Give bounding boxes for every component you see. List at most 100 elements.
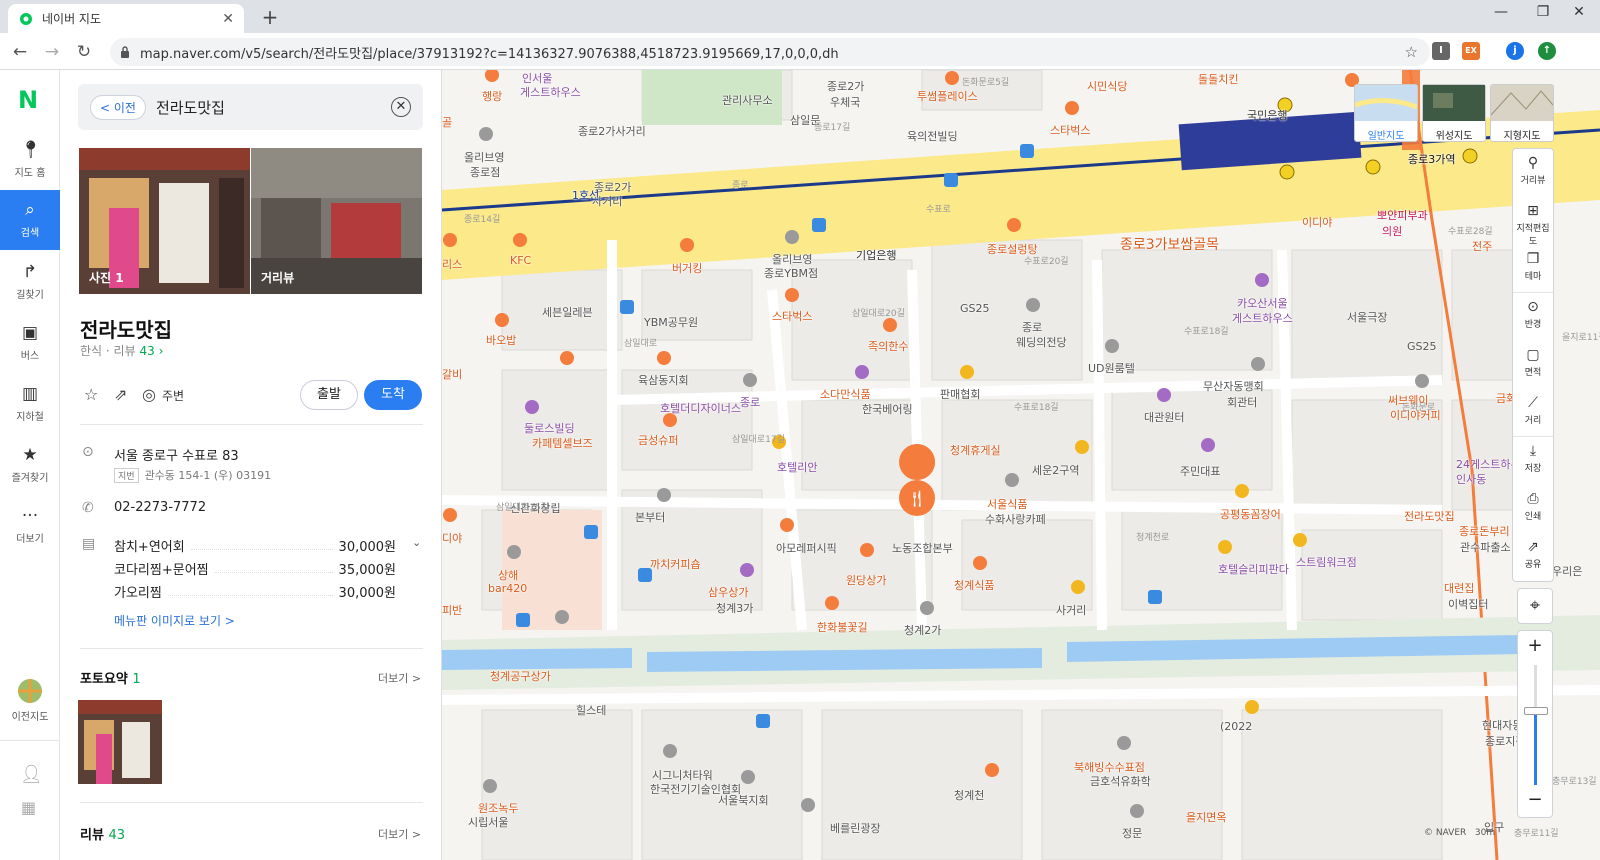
map-place-label[interactable]: 청계휴게실 xyxy=(950,442,1001,458)
map-place-label[interactable]: 행랑 xyxy=(482,88,502,104)
zoom-in-button[interactable]: + xyxy=(1518,635,1552,656)
bookmark-star-icon[interactable]: ☆ xyxy=(1405,43,1418,61)
arrive-button[interactable]: 도착 xyxy=(364,380,422,410)
user-icon[interactable]: 👤︎ xyxy=(20,764,43,785)
clear-search-icon[interactable]: ✕ xyxy=(391,97,411,117)
map-place-label[interactable]: 스트림워크점 xyxy=(1296,554,1357,570)
map-place-label[interactable]: 원당상가 xyxy=(846,572,886,588)
rail-item-subway[interactable]: ▥ 지하철 xyxy=(0,374,60,434)
area-tool-button[interactable]: ▢ 면적 xyxy=(1513,341,1553,389)
minimize-icon[interactable]: — xyxy=(1478,4,1524,20)
map-place-label[interactable]: 종로2가사거리 xyxy=(578,123,646,139)
map-place-label[interactable]: 관리사무소 xyxy=(722,92,773,108)
theme-tool-button[interactable]: ❐ 테마 xyxy=(1513,245,1553,293)
map-place-label[interactable]: 스타벅스 xyxy=(772,308,812,324)
map-place-label[interactable]: 금호석유화학 xyxy=(1090,773,1151,789)
map-place-label[interactable]: 시민식당 xyxy=(1087,78,1127,94)
reload-icon[interactable]: ↻ xyxy=(72,40,96,64)
map-place-label[interactable]: (2022 xyxy=(1220,720,1252,733)
map-place-label[interactable]: YBM공무원 xyxy=(644,314,698,330)
map-place-label[interactable]: 한화불꽃길 xyxy=(817,619,868,635)
apps-grid-icon[interactable]: ▦ xyxy=(21,798,36,817)
map-place-label[interactable]: 소다만식품 xyxy=(820,386,871,402)
map-place-label[interactable]: 종로 xyxy=(740,394,760,410)
share-icon[interactable]: ⇗ xyxy=(114,385,127,404)
extension-icon[interactable]: I xyxy=(1432,42,1450,60)
profile-avatar[interactable]: j xyxy=(1506,42,1524,60)
save-tool-button[interactable]: ⤓ 저장 xyxy=(1513,437,1553,485)
map-place-label[interactable]: 육의전빌딩 xyxy=(907,128,958,144)
map-place-label[interactable]: 종로3가보쌈골목 xyxy=(1120,234,1219,254)
zoom-slider-handle[interactable] xyxy=(1524,706,1548,715)
search-box[interactable]: < 이전 전라도맛집 ✕ xyxy=(78,84,423,130)
forward-icon[interactable]: → xyxy=(40,40,64,64)
map-mode-normal[interactable]: 일반지도 xyxy=(1354,84,1418,142)
map-place-label[interactable]: 인사동 xyxy=(1456,471,1486,487)
review-count-link[interactable]: 43 xyxy=(139,344,154,358)
map-place-label[interactable]: 세븐일레븐 xyxy=(542,304,593,320)
map-place-label[interactable]: 기업은행 xyxy=(856,247,896,263)
map-place-label[interactable]: 서울극장 xyxy=(1347,309,1387,325)
map-place-label[interactable]: 청계식품 xyxy=(954,577,994,593)
map-place-label[interactable]: 전라도맛집 xyxy=(1404,508,1455,524)
rail-item-more[interactable]: ··· 더보기 xyxy=(0,496,60,556)
map-place-label[interactable]: 호텔더디자이너스 xyxy=(660,400,741,416)
map-place-label[interactable]: 공평동꼼장어 xyxy=(1220,506,1281,522)
map-place-label[interactable]: 투썸플레이스 xyxy=(917,88,978,104)
streetview-thumbnail[interactable]: 거리뷰 xyxy=(251,148,422,294)
map-place-label[interactable]: 종로2가 xyxy=(827,78,864,94)
place-photo[interactable]: 사진 1 xyxy=(79,148,250,294)
naver-logo[interactable]: N xyxy=(18,86,38,114)
map-place-label[interactable]: 게스트하우스 xyxy=(520,84,581,100)
map-place-label[interactable]: 수화사랑카페 xyxy=(985,511,1046,527)
map-place-label[interactable]: 카오산서울 xyxy=(1237,295,1288,311)
browser-tab[interactable]: 네이버 지도 ✕ xyxy=(8,4,244,33)
map-place-label[interactable]: 육삼동지회 xyxy=(638,372,689,388)
back-to-list-button[interactable]: < 이전 xyxy=(90,94,146,120)
map-canvas[interactable]: 🍴︎ 인서울 게스트하우스 행랑 관리사무소 종로2가 우체국 투썸플레이스 시… xyxy=(442,70,1600,860)
map-mode-satellite[interactable]: 위성지도 xyxy=(1422,84,1486,142)
map-place-label[interactable]: 이벽집터 xyxy=(1448,596,1488,612)
map-place-label[interactable]: 돌돌치킨 xyxy=(1198,71,1238,87)
map-place-label[interactable]: 금성슈퍼 xyxy=(638,432,678,448)
map-place-label[interactable]: 웨딩의전당 xyxy=(1016,334,1067,350)
map-place-label[interactable]: GS25 xyxy=(960,302,990,315)
map-place-label[interactable]: 무산자동맹회 xyxy=(1203,378,1264,394)
url-field[interactable]: map.naver.com/v5/search/전라도맛집/place/3791… xyxy=(110,38,1430,66)
rail-item-search[interactable]: ⌕ 검색 xyxy=(0,190,60,250)
chevron-down-icon[interactable]: ⌄ xyxy=(412,536,421,549)
map-place-label[interactable]: 버거킹 xyxy=(672,260,702,276)
map-place-label[interactable]: 세운2구역 xyxy=(1032,462,1079,478)
print-tool-button[interactable]: ⎙ 인쇄 xyxy=(1513,485,1553,533)
map-place-label[interactable]: 호텔슬리피판다 xyxy=(1218,561,1289,577)
nearby-icon[interactable]: ◎ xyxy=(142,385,156,404)
map-place-label[interactable]: 바오밥 xyxy=(486,332,516,348)
star-icon[interactable]: ☆ xyxy=(84,385,98,404)
streetview-tool-button[interactable]: ⚲ 거리뷰 xyxy=(1513,149,1553,197)
map-place-label[interactable]: 종로돈부리 xyxy=(1459,523,1510,539)
nearby-label[interactable]: 주변 xyxy=(162,387,184,404)
map-place-label[interactable]: 우체국 xyxy=(830,94,860,110)
map-place-label[interactable]: 청계2가 xyxy=(904,622,941,638)
map-place-label[interactable]: 골 xyxy=(442,114,452,130)
share-tool-button[interactable]: ⇗ 공유 xyxy=(1513,533,1553,581)
map-place-label[interactable]: 까치커피숍 xyxy=(650,556,701,572)
map-place-label[interactable]: 이디야 xyxy=(1302,214,1332,230)
map-place-label[interactable]: bar420 xyxy=(488,582,527,595)
map-place-label[interactable]: 피반 xyxy=(442,602,462,618)
map-place-label[interactable]: 청계공구상가 xyxy=(490,668,551,684)
map-place-label[interactable]: UD원룸텔 xyxy=(1088,360,1135,376)
map-place-label[interactable]: 힐스테 xyxy=(576,702,606,718)
map-place-label[interactable]: 정문 xyxy=(1122,825,1142,841)
map-place-label[interactable]: 청계3가 xyxy=(716,600,753,616)
zoom-out-button[interactable]: − xyxy=(1518,789,1552,810)
map-place-label[interactable]: 회관터 xyxy=(1227,394,1257,410)
map-place-label[interactable]: 종로점 xyxy=(470,164,500,180)
map-place-label[interactable]: 판매협회 xyxy=(940,386,980,402)
map-place-label[interactable]: 청계천 xyxy=(954,787,984,803)
map-place-label[interactable]: 카페템셀브즈 xyxy=(532,435,593,451)
distance-tool-button[interactable]: ⟋ 거리 xyxy=(1513,389,1553,437)
map-place-label[interactable]: 게스트하우스 xyxy=(1232,310,1293,326)
review-more-link[interactable]: 더보기 > xyxy=(378,826,421,842)
map-place-label[interactable]: 올리브영 xyxy=(464,149,504,165)
